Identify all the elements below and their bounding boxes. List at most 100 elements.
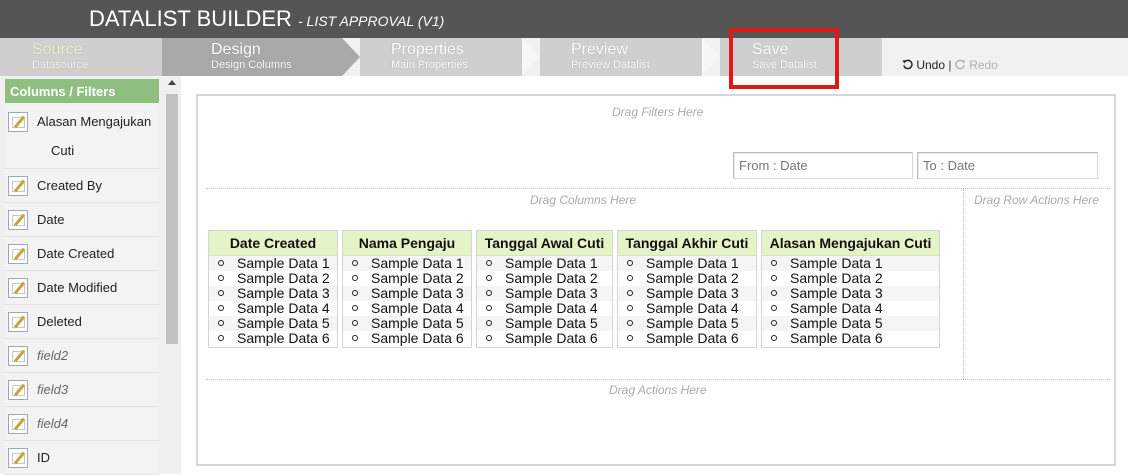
column-rows: Sample Data 1 Sample Data 2 Sample Data … bbox=[343, 256, 471, 346]
list-item: Sample Data 4 bbox=[618, 301, 756, 316]
palette-item-label: field4 bbox=[37, 416, 69, 431]
step-preview[interactable]: Preview Preview Datalist bbox=[540, 38, 702, 76]
list-item: Sample Data 6 bbox=[343, 331, 471, 346]
palette-item-id[interactable]: ID bbox=[5, 441, 159, 475]
column-header[interactable]: Nama Pengaju bbox=[343, 231, 471, 256]
datalist-column-nama-pengaju[interactable]: Nama Pengaju Sample Data 1 Sample Data 2… bbox=[342, 230, 472, 348]
edit-field-icon bbox=[8, 380, 28, 400]
column-rows: Sample Data 1 Sample Data 2 Sample Data … bbox=[762, 256, 939, 346]
list-item: Sample Data 2 bbox=[343, 271, 471, 286]
palette-item-label: Created By bbox=[37, 178, 103, 193]
palette-item-created-by[interactable]: Created By bbox=[5, 169, 159, 203]
palette-item-label: Alasan Mengajukan bbox=[37, 114, 152, 129]
list-item: Sample Data 6 bbox=[209, 331, 337, 346]
palette-item-deleted[interactable]: Deleted bbox=[5, 305, 159, 339]
step-arrow bbox=[342, 38, 360, 76]
step-design-subtitle: Design Columns bbox=[211, 59, 292, 71]
scroll-up-arrow-icon[interactable] bbox=[168, 80, 176, 85]
palette-item-field3[interactable]: field3 bbox=[5, 373, 159, 407]
list-item: Sample Data 6 bbox=[762, 331, 939, 346]
save-step-highlight bbox=[729, 28, 839, 89]
filter-from-date-input[interactable]: From : Date bbox=[733, 152, 913, 179]
list-item: Sample Data 1 bbox=[343, 256, 471, 271]
list-item: Sample Data 3 bbox=[762, 286, 939, 301]
palette-item-label: Date bbox=[37, 212, 65, 227]
palette-item-label: Date Modified bbox=[37, 280, 118, 295]
list-item: Sample Data 3 bbox=[618, 286, 756, 301]
edit-field-icon bbox=[8, 414, 28, 434]
step-source[interactable]: Source Datasource bbox=[0, 38, 162, 76]
edit-field-icon bbox=[8, 210, 28, 230]
list-item: Sample Data 2 bbox=[477, 271, 612, 286]
palette-item-alasan-mengajukan-cuti[interactable]: Alasan Mengajukan Cuti bbox=[5, 105, 159, 169]
undo-icon bbox=[902, 59, 913, 70]
edit-field-icon bbox=[8, 346, 28, 366]
redo-button[interactable]: Redo bbox=[955, 58, 998, 72]
redo-icon bbox=[955, 59, 966, 70]
list-item: Sample Data 3 bbox=[209, 286, 337, 301]
edit-field-icon bbox=[8, 176, 28, 196]
column-header[interactable]: Date Created bbox=[209, 231, 337, 256]
list-item: Sample Data 5 bbox=[343, 316, 471, 331]
list-item: Sample Data 4 bbox=[209, 301, 337, 316]
datalist-column-date-created[interactable]: Date Created Sample Data 1 Sample Data 2… bbox=[208, 230, 338, 348]
column-header[interactable]: Tanggal Akhir Cuti bbox=[618, 231, 756, 256]
list-item: Sample Data 3 bbox=[477, 286, 612, 301]
palette-item-label-line2: Cuti bbox=[51, 143, 75, 158]
palette-item-field4[interactable]: field4 bbox=[5, 407, 159, 441]
filter-to-date-input[interactable]: To : Date bbox=[917, 152, 1098, 179]
palette-scrollbar[interactable] bbox=[164, 76, 181, 474]
list-item: Sample Data 6 bbox=[618, 331, 756, 346]
column-header[interactable]: Tanggal Awal Cuti bbox=[477, 231, 612, 256]
palette-item-date-modified[interactable]: Date Modified bbox=[5, 271, 159, 305]
history-separator: | bbox=[948, 58, 952, 72]
filters-divider bbox=[206, 188, 1110, 189]
drag-row-actions-hint: Drag Row Actions Here bbox=[974, 193, 1099, 207]
datalist-column-tanggal-awal-cuti[interactable]: Tanggal Awal Cuti Sample Data 1 Sample D… bbox=[476, 230, 613, 348]
list-item: Sample Data 5 bbox=[209, 316, 337, 331]
list-item: Sample Data 1 bbox=[477, 256, 612, 271]
history-controls: Undo | Redo bbox=[902, 58, 998, 72]
actions-divider bbox=[206, 379, 1110, 380]
step-source-title: Source bbox=[32, 41, 83, 58]
datalist-column-alasan-mengajukan-cuti[interactable]: Alasan Mengajukan Cuti Sample Data 1 Sam… bbox=[761, 230, 940, 348]
drag-filters-hint: Drag Filters Here bbox=[612, 105, 704, 119]
list-item: Sample Data 4 bbox=[477, 301, 612, 316]
palette-item-label: Date Created bbox=[37, 246, 115, 261]
undo-label: Undo bbox=[916, 58, 946, 72]
edit-field-icon bbox=[8, 278, 28, 298]
column-rows: Sample Data 1 Sample Data 2 Sample Data … bbox=[209, 256, 337, 346]
step-preview-title: Preview bbox=[571, 41, 628, 58]
list-item: Sample Data 5 bbox=[762, 316, 939, 331]
palette-item-label: field3 bbox=[37, 382, 69, 397]
datalist-column-tanggal-akhir-cuti[interactable]: Tanggal Akhir Cuti Sample Data 1 Sample … bbox=[617, 230, 757, 348]
palette-item-label: ID bbox=[37, 450, 50, 465]
columns-filters-palette: Columns / Filters Alasan Mengajukan Cuti… bbox=[0, 76, 181, 475]
title-bar: DATALIST BUILDER - LIST APPROVAL (V1) bbox=[0, 0, 1128, 38]
step-properties[interactable]: Properties Main Properties bbox=[360, 38, 522, 76]
edit-field-icon bbox=[8, 244, 28, 264]
list-item: Sample Data 3 bbox=[343, 286, 471, 301]
column-header[interactable]: Alasan Mengajukan Cuti bbox=[762, 231, 939, 256]
list-item: Sample Data 2 bbox=[618, 271, 756, 286]
list-item: Sample Data 5 bbox=[477, 316, 612, 331]
list-item: Sample Data 4 bbox=[762, 301, 939, 316]
step-separator bbox=[702, 38, 720, 76]
step-design[interactable]: Design Design Columns bbox=[162, 38, 342, 76]
app-subtitle: - LIST APPROVAL (V1) bbox=[298, 13, 445, 29]
step-source-subtitle: Datasource bbox=[32, 59, 89, 71]
palette-item-date-created[interactable]: Date Created bbox=[5, 237, 159, 271]
scrollbar-thumb[interactable] bbox=[166, 94, 178, 344]
row-actions-divider bbox=[963, 189, 964, 379]
edit-field-icon bbox=[8, 112, 28, 132]
palette-item-date[interactable]: Date bbox=[5, 203, 159, 237]
edit-field-icon bbox=[8, 312, 28, 332]
undo-button[interactable]: Undo bbox=[902, 58, 948, 72]
list-item: Sample Data 1 bbox=[618, 256, 756, 271]
app-title: DATALIST BUILDER bbox=[89, 6, 292, 31]
palette-item-field2[interactable]: field2 bbox=[5, 339, 159, 373]
palette-item-label: field2 bbox=[37, 348, 69, 363]
list-item: Sample Data 2 bbox=[209, 271, 337, 286]
list-item: Sample Data 6 bbox=[477, 331, 612, 346]
step-separator bbox=[522, 38, 540, 76]
